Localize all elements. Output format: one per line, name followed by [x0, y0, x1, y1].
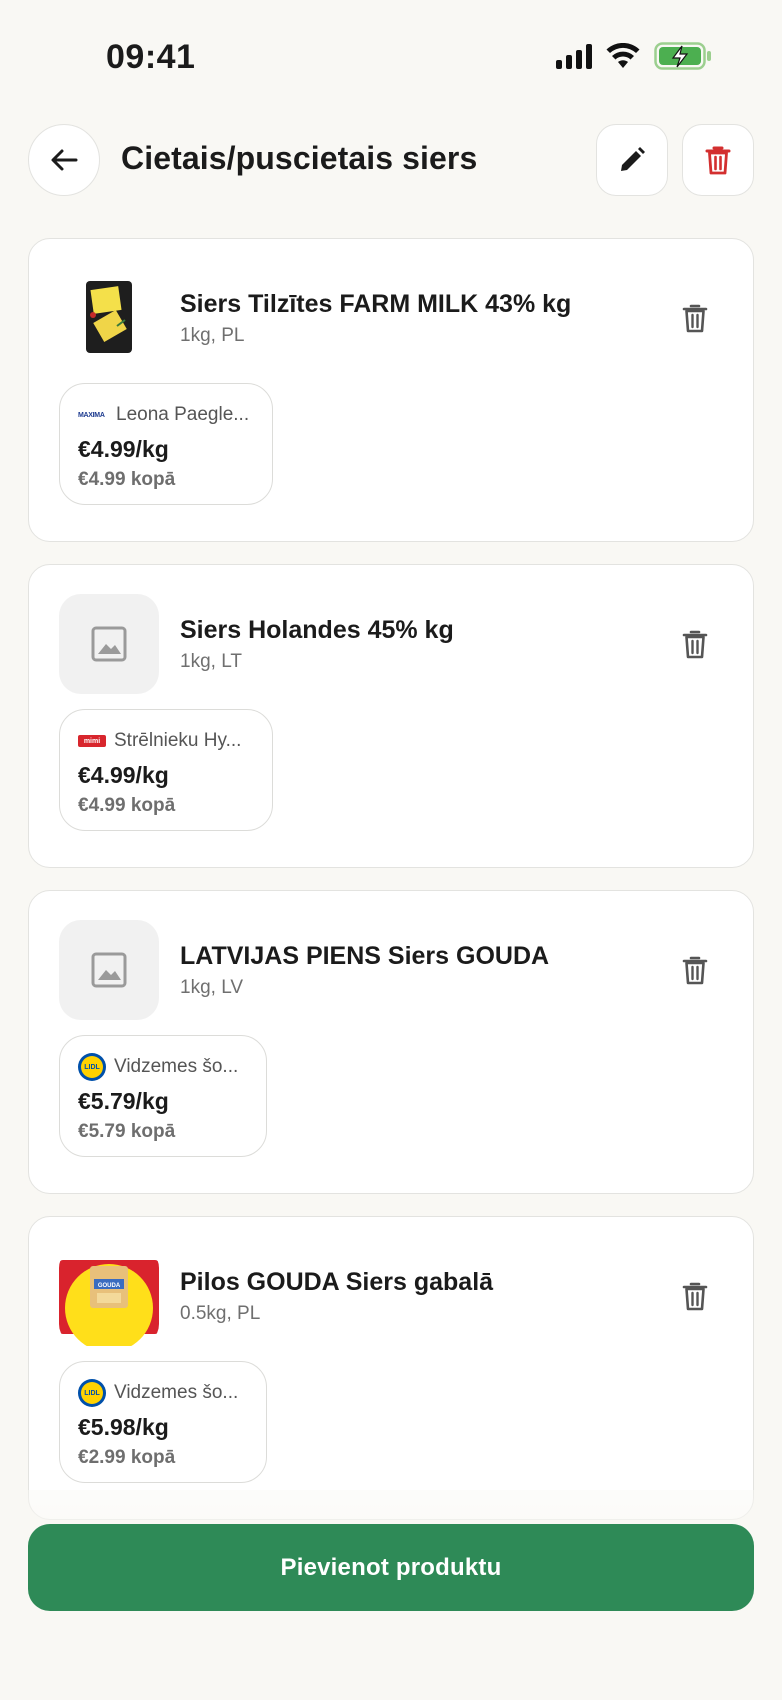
store-offer[interactable]: LIDL Vidzemes šo... €5.79/kg €5.79 kopā: [59, 1035, 267, 1157]
page-title: Cietais/puscietais siers: [121, 140, 478, 176]
product-name: Siers Holandes 45% kg: [180, 616, 454, 644]
remove-product-button[interactable]: [679, 301, 711, 335]
trash-icon: [682, 304, 708, 333]
price-per-unit: €4.99/kg: [78, 762, 169, 788]
battery-charging-icon: [654, 42, 711, 70]
arrow-left-icon: [51, 149, 78, 171]
pencil-icon: [621, 147, 645, 171]
product-name: LATVIJAS PIENS Siers GOUDA: [180, 942, 550, 970]
product-image: GOUDA: [59, 1246, 159, 1346]
delete-list-button[interactable]: [682, 124, 754, 196]
mimi-logo: mimi: [78, 735, 106, 747]
wifi-icon: [606, 43, 640, 68]
edit-list-button[interactable]: [596, 124, 668, 196]
price-total: €4.99 kopā: [78, 795, 176, 816]
remove-product-button[interactable]: [679, 953, 711, 987]
lidl-logo: LIDL: [78, 1379, 106, 1407]
price-per-unit: €5.79/kg: [78, 1088, 169, 1114]
store-name: Vidzemes šo...: [114, 1382, 239, 1403]
trash-icon: [682, 1282, 708, 1311]
store-offer[interactable]: LIDL Vidzemes šo... €5.98/kg €2.99 kopā: [59, 1361, 267, 1483]
store-name: Strēlnieku Hy...: [114, 730, 242, 751]
remove-product-button[interactable]: [679, 1279, 711, 1313]
product-card[interactable]: GOUDA Pilos GOUDA Siers gabalā 0.5kg, PL…: [28, 1216, 754, 1520]
offer-store: LIDL Vidzemes šo...: [78, 1379, 248, 1407]
store-offer[interactable]: mimi Strēlnieku Hy... €4.99/kg €4.99 kop…: [59, 709, 273, 831]
product-meta: 1kg, LV: [180, 977, 244, 998]
store-name: Leona Paegle...: [116, 404, 250, 425]
image-placeholder-icon: [91, 952, 127, 988]
product-name: Pilos GOUDA Siers gabalā: [180, 1268, 494, 1296]
gouda-package-photo: GOUDA: [59, 1260, 159, 1346]
header: Cietais/puscietais siers: [28, 122, 754, 198]
cheese-photo: [86, 281, 132, 353]
product-image: [59, 268, 159, 368]
maxima-logo: MAXIMA: [78, 411, 105, 419]
price-total: €4.99 kopā: [78, 469, 176, 490]
lidl-logo: LIDL: [78, 1053, 106, 1081]
product-card[interactable]: LATVIJAS PIENS Siers GOUDA 1kg, LV LIDL …: [28, 890, 754, 1194]
status-bar: 09:41: [0, 0, 782, 110]
trash-icon: [705, 146, 731, 175]
price-total: €5.79 kopā: [78, 1121, 176, 1142]
store-offer[interactable]: MAXIMA Leona Paegle... €4.99/kg €4.99 ko…: [59, 383, 273, 505]
cellular-signal-icon: [556, 43, 592, 69]
price-per-unit: €4.99/kg: [78, 436, 169, 462]
status-time: 09:41: [106, 38, 196, 76]
add-product-button[interactable]: Pievienot produktu: [28, 1524, 754, 1611]
product-card[interactable]: Siers Tilzītes FARM MILK 43% kg 1kg, PL …: [28, 238, 754, 542]
image-placeholder-icon: [91, 626, 127, 662]
product-meta: 1kg, PL: [180, 325, 245, 346]
product-meta: 0.5kg, PL: [180, 1303, 261, 1324]
product-name: Siers Tilzītes FARM MILK 43% kg: [180, 290, 572, 318]
svg-text:GOUDA: GOUDA: [98, 1283, 121, 1289]
offer-store: mimi Strēlnieku Hy...: [78, 728, 254, 754]
product-image: [59, 920, 159, 1020]
offer-store: MAXIMA Leona Paegle...: [78, 402, 254, 428]
trash-icon: [682, 956, 708, 985]
product-card[interactable]: Siers Holandes 45% kg 1kg, LT mimi Strēl…: [28, 564, 754, 868]
price-total: €2.99 kopā: [78, 1447, 176, 1468]
back-button[interactable]: [28, 124, 100, 196]
product-image: [59, 594, 159, 694]
offer-store: LIDL Vidzemes šo...: [78, 1053, 248, 1081]
product-meta: 1kg, LT: [180, 651, 242, 672]
product-list: Siers Tilzītes FARM MILK 43% kg 1kg, PL …: [28, 238, 754, 1542]
status-icons: [556, 42, 712, 70]
price-per-unit: €5.98/kg: [78, 1414, 169, 1440]
remove-product-button[interactable]: [679, 627, 711, 661]
trash-icon: [682, 630, 708, 659]
store-name: Vidzemes šo...: [114, 1056, 239, 1077]
